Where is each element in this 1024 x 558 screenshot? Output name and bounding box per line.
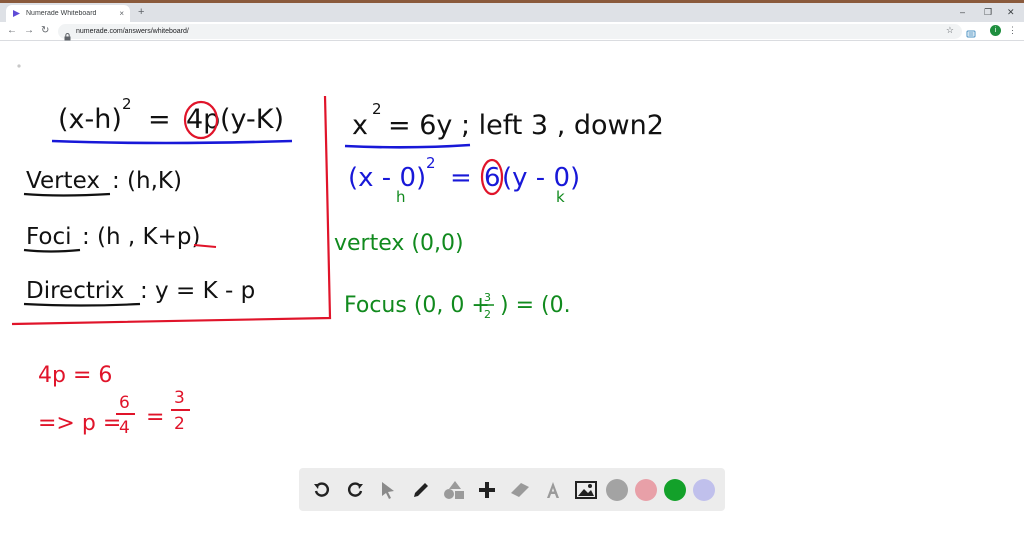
standard-exponent: 2	[426, 154, 436, 172]
problem-blue-underline	[344, 143, 471, 149]
problem-rest: = 6y ; left 3 , down2	[388, 110, 664, 141]
foci-label: Foci	[26, 224, 72, 250]
browser-menu-icon[interactable]: ⋮	[1008, 24, 1017, 36]
tab-numerade-whiteboard[interactable]: Numerade Whiteboard ×	[6, 5, 130, 22]
focus-line-start: Focus (0, 0 +	[344, 293, 490, 318]
image-tool[interactable]	[573, 477, 599, 503]
work-line1: 4p = 6	[38, 363, 112, 388]
add-icon	[478, 481, 495, 498]
swatch-gray[interactable]	[606, 478, 629, 501]
close-window-button[interactable]: ✕	[1007, 6, 1015, 18]
shapes-icon	[443, 480, 464, 499]
focus-fraction-den: 2	[484, 308, 491, 321]
vertex-line: vertex (0,0)	[334, 231, 464, 256]
vertex-focus-lines: vertex (0,0) Focus (0, 0 + 3 2 ) = (0.	[334, 231, 571, 321]
directrix-underline	[23, 302, 141, 307]
standard-x-minus-0: (x - 0)	[348, 163, 426, 193]
formula-definitions: Vertex : (h,K) Foci : (h , K+p) Directri…	[26, 168, 255, 304]
select-tool[interactable]	[375, 477, 401, 503]
k-label: k	[556, 188, 565, 206]
reload-button[interactable]: ↻	[41, 25, 49, 37]
h-label: h	[396, 188, 406, 206]
shapes-tool[interactable]	[441, 477, 467, 503]
eraser-icon	[510, 482, 529, 497]
swatch-pink[interactable]	[635, 478, 658, 501]
redo-button[interactable]	[342, 477, 368, 503]
work-line2-start: => p =	[38, 411, 121, 436]
directrix-value: : y = K - p	[140, 278, 255, 304]
vertex-label: Vertex	[26, 168, 100, 194]
work-equals: =	[146, 405, 164, 430]
directrix-label: Directrix	[26, 278, 124, 304]
restore-button[interactable]: ❐	[984, 6, 992, 18]
standard-equals: =	[450, 163, 472, 193]
work-frac2-num: 3	[174, 388, 185, 408]
vertex-value: : (h,K)	[112, 168, 182, 194]
vertex-underline	[23, 192, 111, 197]
tab-close-icon[interactable]: ×	[119, 9, 124, 18]
text-tool[interactable]	[540, 477, 566, 503]
focus-line-end: ) = (0.	[500, 293, 571, 318]
numerade-favicon-icon	[12, 9, 21, 18]
problem-exponent: 2	[372, 100, 382, 118]
url-text: numerade.com/answers/whiteboard/	[76, 28, 189, 35]
undo-icon	[313, 481, 329, 497]
eraser-tool[interactable]	[507, 477, 533, 503]
add-button[interactable]	[474, 477, 500, 503]
problem-equation: x 2 = 6y ; left 3 , down2	[352, 100, 664, 141]
extension-icon[interactable]	[966, 26, 976, 38]
pen-tool[interactable]	[408, 477, 434, 503]
foci-underline	[23, 248, 81, 253]
focus-fraction-num: 3	[484, 291, 491, 304]
browser-toolbar: ← → ↻ numerade.com/answers/whiteboard/ ☆	[0, 22, 1024, 41]
whiteboard-toolbar	[299, 468, 725, 511]
forward-button[interactable]: →	[24, 25, 34, 37]
swatch-lavender[interactable]	[693, 478, 716, 501]
profile-avatar[interactable]: i	[990, 25, 1001, 36]
tab-title: Numerade Whiteboard	[26, 10, 97, 17]
formula-equation: (x-h) 2 = 4p (y-K)	[58, 95, 284, 135]
formula-equals: =	[148, 104, 171, 135]
standard-form: (x - 0) 2 = 6 (y - 0)	[348, 154, 580, 193]
minimize-button[interactable]: –	[960, 6, 965, 18]
work-frac2-den: 2	[174, 414, 185, 434]
formula-y-minus-k: (y-K)	[220, 104, 284, 135]
new-tab-button[interactable]: +	[138, 6, 144, 18]
undo-button[interactable]	[309, 477, 335, 503]
back-button[interactable]: ←	[7, 25, 17, 37]
work-frac1-den: 4	[119, 418, 130, 438]
text-icon	[546, 481, 559, 498]
address-bar[interactable]: numerade.com/answers/whiteboard/ ☆	[58, 24, 962, 40]
formula-blue-underline	[51, 139, 293, 145]
problem-x: x	[352, 110, 368, 141]
redo-icon	[347, 481, 363, 497]
formula-x-minus-h: (x-h)	[58, 104, 122, 135]
select-icon	[381, 481, 394, 499]
tab-bar: Numerade Whiteboard × + – ❐ ✕	[0, 3, 1024, 22]
swatch-green[interactable]	[664, 478, 687, 501]
foci-value: : (h , K+p)	[82, 224, 200, 250]
pen-icon	[413, 482, 428, 497]
red-work: 4p = 6 => p = 6 4 = 3 2	[38, 363, 185, 438]
bookmark-star-icon[interactable]: ☆	[946, 25, 954, 36]
formula-exponent: 2	[122, 95, 132, 113]
lock-icon	[64, 28, 71, 40]
work-frac1-num: 6	[119, 393, 130, 413]
standard-y-minus-0: (y - 0)	[502, 163, 580, 193]
standard-6: 6	[484, 163, 501, 193]
canvas-marker-dot	[17, 64, 21, 68]
image-icon	[575, 480, 598, 499]
